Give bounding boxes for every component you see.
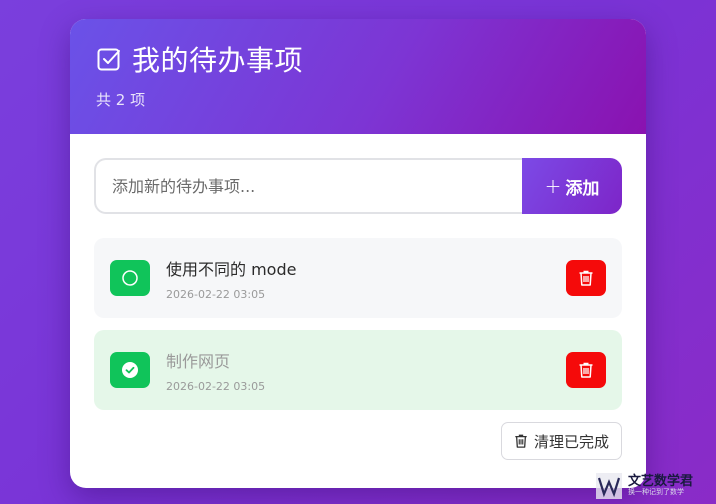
watermark-logo [596, 472, 622, 499]
watermark-name: 文艺数学君 [628, 474, 694, 489]
title-row: 我的待办事项 [96, 41, 620, 77]
todo-toggle[interactable] [110, 352, 150, 388]
clear-completed-label: 清理已完成 [533, 432, 609, 451]
plus-icon: + [544, 174, 562, 198]
watermark: 文艺数学君 换一种记到了数学 [596, 467, 716, 504]
todo-date: 2026-02-22 03:05 [166, 287, 266, 301]
todo-title: 制作网页 [166, 351, 231, 371]
add-button-label: 添加 [565, 178, 600, 199]
delete-button[interactable] [566, 352, 606, 388]
watermark-tagline: 换一种记到了数学 [628, 487, 684, 496]
new-todo-input[interactable] [94, 158, 522, 214]
circle-icon [122, 270, 138, 286]
check-circle-icon [122, 362, 138, 378]
item-count: 共 2 项 [96, 91, 146, 109]
todo-texts: 使用不同的 mode 2026-02-22 03:05 [166, 256, 566, 301]
add-row: + 添加 [94, 158, 622, 214]
todo-list: 使用不同的 mode 2026-02-22 03:05 制作网页 2026-02… [94, 238, 622, 410]
footer-row: 清理已完成 [94, 422, 622, 460]
trash-icon [579, 270, 593, 286]
watermark-texts: 文艺数学君 换一种记到了数学 [628, 475, 693, 496]
delete-button[interactable] [566, 260, 606, 296]
todo-card: 我的待办事项 共 2 项 + 添加 使用不同的 mode 2026-02-22 … [70, 19, 646, 488]
trash-icon [579, 362, 593, 378]
add-button[interactable]: + 添加 [522, 158, 622, 214]
trash-icon [515, 434, 527, 448]
todo-toggle[interactable] [110, 260, 150, 296]
clear-completed-button[interactable]: 清理已完成 [500, 422, 622, 460]
page-title: 我的待办事项 [132, 44, 304, 77]
card-header: 我的待办事项 共 2 项 [70, 19, 646, 134]
todo-title: 使用不同的 mode [166, 259, 297, 279]
checkbox-icon [96, 46, 122, 72]
todo-item-completed: 制作网页 2026-02-22 03:05 [94, 330, 622, 410]
todo-item: 使用不同的 mode 2026-02-22 03:05 [94, 238, 622, 318]
todo-date: 2026-02-22 03:05 [166, 379, 266, 393]
todo-texts: 制作网页 2026-02-22 03:05 [166, 348, 566, 393]
card-body: + 添加 使用不同的 mode 2026-02-22 03:05 [70, 134, 646, 460]
